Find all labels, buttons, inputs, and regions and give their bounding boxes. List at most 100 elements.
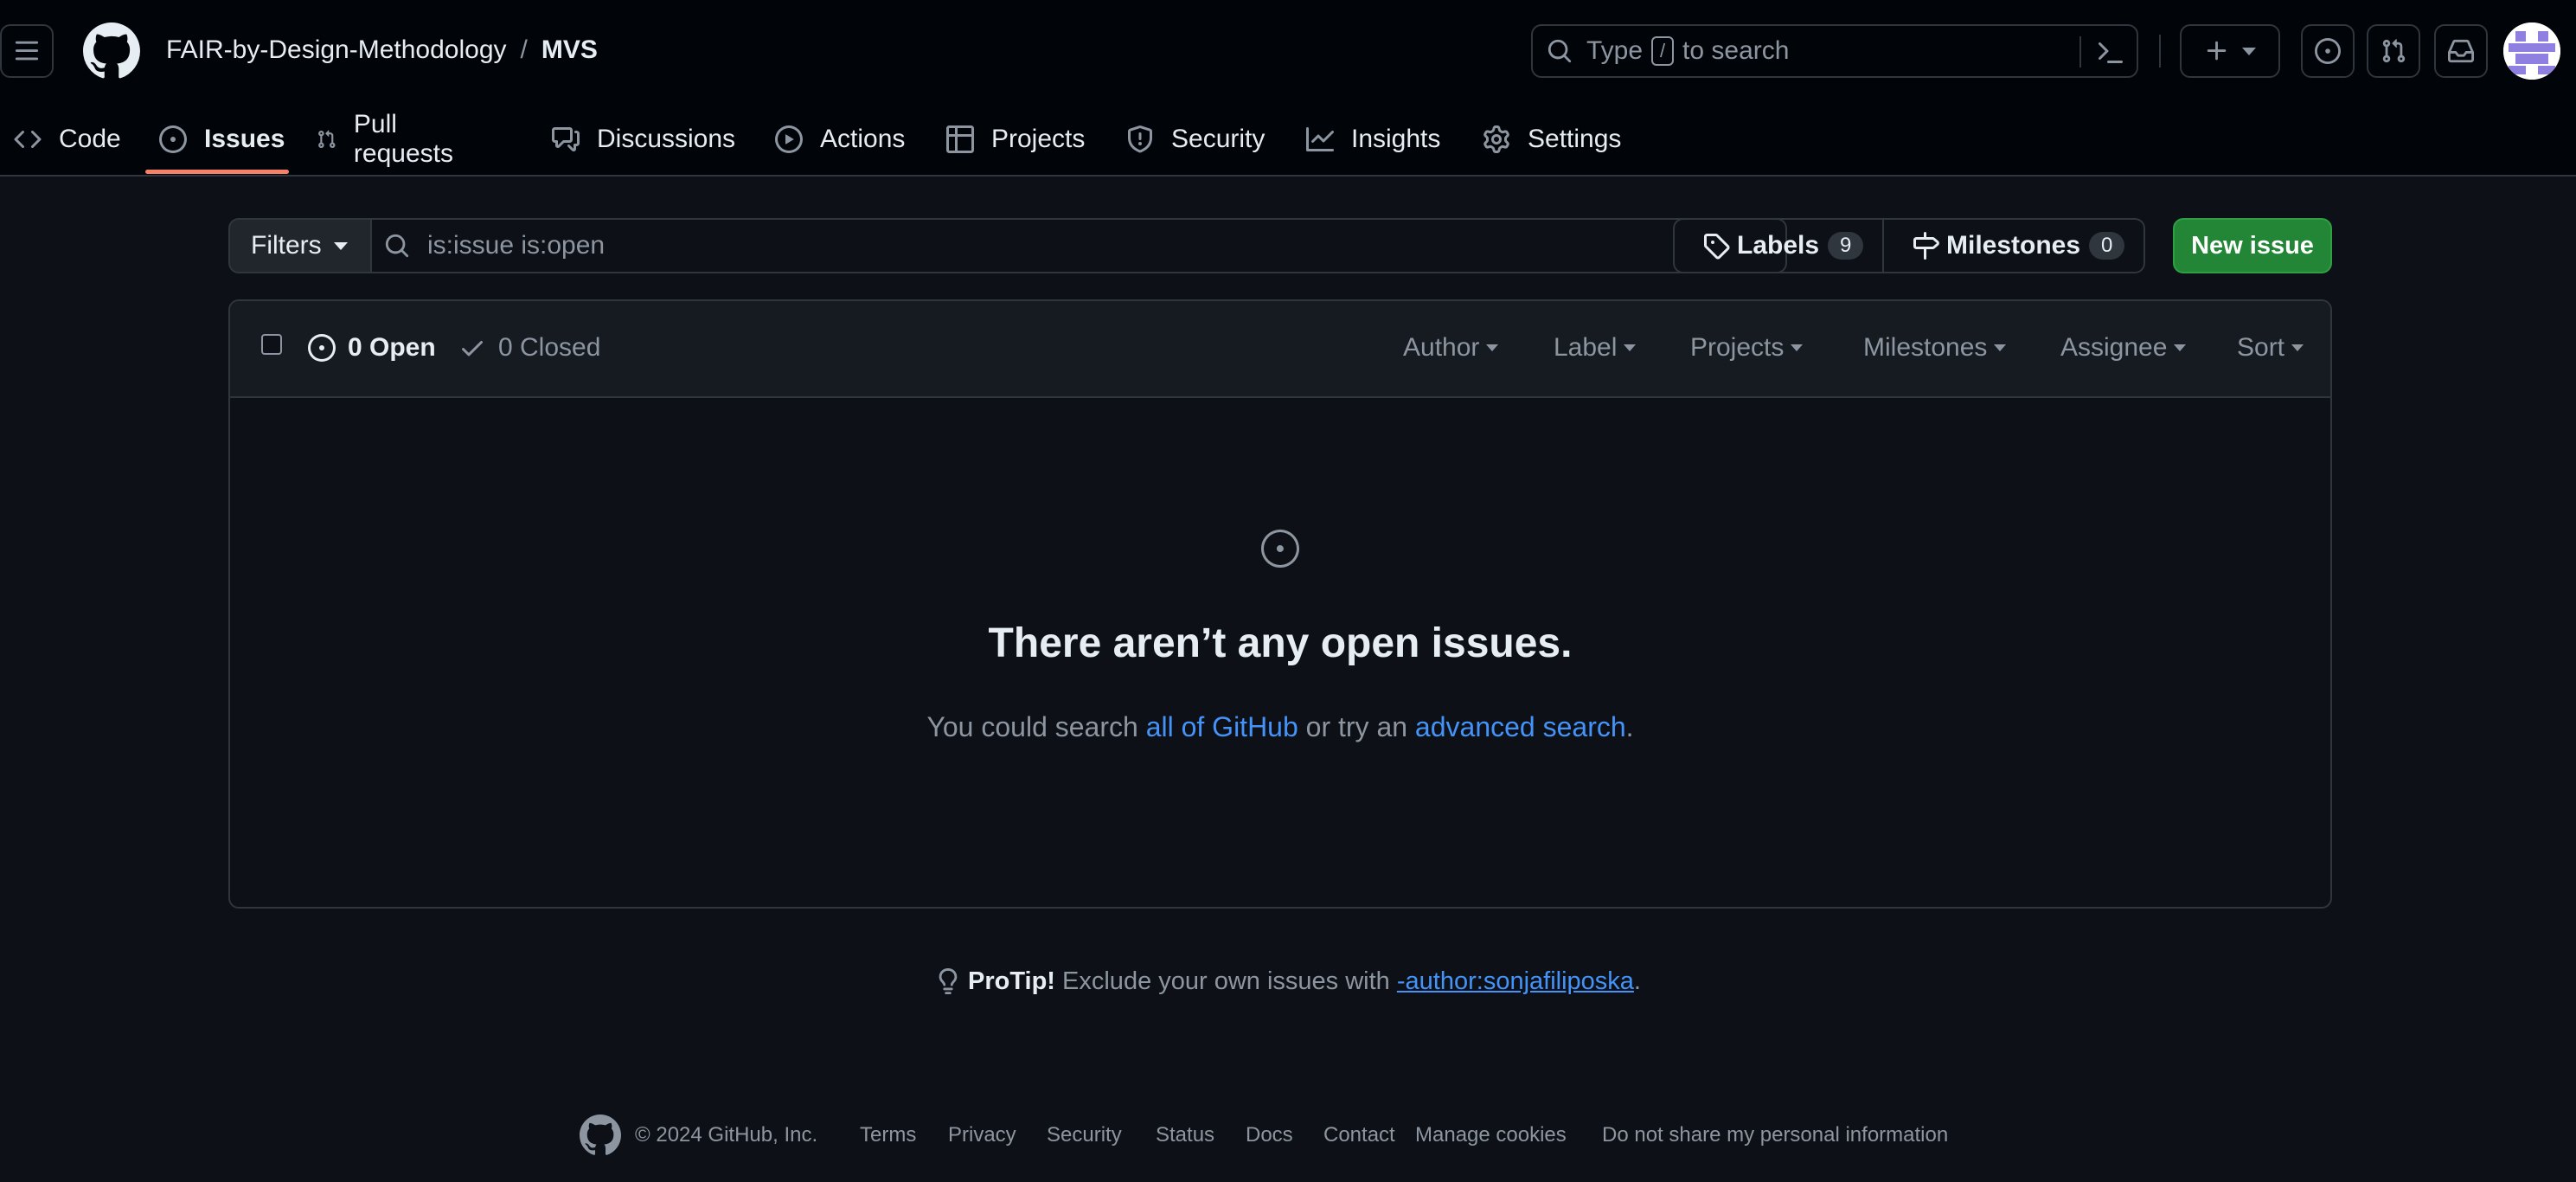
issues-subnav: Filters is:issue is:open Labels 9 Milest… <box>228 218 2332 273</box>
identicon-icon <box>2503 22 2560 80</box>
footer-status-link[interactable]: Status <box>1156 1111 1214 1160</box>
milestones-button[interactable]: Milestones 0 <box>1884 220 2125 272</box>
footer-logo[interactable] <box>580 1111 621 1160</box>
filters-button[interactable]: Filters <box>228 218 372 273</box>
tag-icon <box>1704 234 1730 260</box>
issue-opened-icon <box>2315 38 2341 64</box>
chevron-down-icon <box>1791 344 1804 351</box>
app-header: FAIR-by-Design-Methodology / MVS Type / … <box>0 0 2576 177</box>
issues-list-header: 0 Open 0 Closed Author Label Projects Mi… <box>230 301 2330 398</box>
breadcrumb-separator: / <box>520 35 528 64</box>
label-filter-menu[interactable]: Label <box>1554 301 1637 395</box>
new-issue-button[interactable]: New issue <box>2173 218 2332 273</box>
tab-discussions-label: Discussions <box>597 125 736 153</box>
tab-issues-label: Issues <box>204 125 285 153</box>
inbox-icon <box>2448 39 2474 63</box>
blankslate-description: You could search all of GitHub or try an… <box>230 711 2330 743</box>
protip-author-link[interactable]: -author:sonjafiliposka <box>1397 967 1634 995</box>
assignee-filter-label: Assignee <box>2060 333 2168 362</box>
comment-discussion-icon <box>552 127 580 151</box>
blankslate-text-3: . <box>1625 711 1634 742</box>
blankslate: There aren’t any open issues. You could … <box>230 396 2330 907</box>
author-filter-menu[interactable]: Author <box>1403 301 1499 395</box>
blankslate-text-2: or try an <box>1298 711 1415 742</box>
notifications-button[interactable] <box>2434 24 2488 78</box>
header-divider <box>2159 35 2161 67</box>
milestones-count: 0 <box>2089 232 2125 260</box>
milestone-icon <box>1913 232 1939 260</box>
chevron-down-icon <box>2242 47 2256 55</box>
git-pull-request-icon <box>2382 39 2406 63</box>
chevron-down-icon <box>1994 344 2007 351</box>
footer-docs-link[interactable]: Docs <box>1246 1111 1293 1160</box>
avatar[interactable] <box>2503 22 2560 80</box>
footer-privacy-link[interactable]: Privacy <box>948 1111 1016 1160</box>
footer-terms-link[interactable]: Terms <box>860 1111 916 1160</box>
breadcrumb: FAIR-by-Design-Methodology / MVS <box>166 31 598 69</box>
select-all-checkbox[interactable] <box>261 334 282 355</box>
chevron-down-icon <box>333 241 348 250</box>
closed-issues-toggle[interactable]: 0 Closed <box>458 301 600 395</box>
chevron-down-icon <box>1624 344 1637 351</box>
chevron-down-icon <box>1486 344 1499 351</box>
milestones-label: Milestones <box>1946 231 2081 260</box>
advanced-search-link[interactable]: advanced search <box>1415 711 1626 742</box>
chevron-down-icon <box>2174 344 2187 351</box>
projects-filter-menu[interactable]: Projects <box>1690 301 1804 395</box>
tab-pull-requests[interactable]: Pull requests <box>317 104 461 175</box>
labels-milestones-group: Labels 9 Milestones 0 <box>1673 218 2145 273</box>
hamburger-menu-button[interactable] <box>0 24 54 78</box>
tab-settings[interactable]: Settings <box>1483 104 1621 175</box>
plus-icon <box>2207 41 2227 61</box>
tab-security-label: Security <box>1171 125 1266 153</box>
command-palette-icon[interactable] <box>2095 39 2123 67</box>
table-icon <box>946 125 974 153</box>
tab-code[interactable]: Code <box>14 104 121 175</box>
assignee-filter-menu[interactable]: Assignee <box>2060 301 2187 395</box>
create-new-button[interactable] <box>2180 24 2280 78</box>
blankslate-text-1: You could search <box>926 711 1146 742</box>
projects-filter-label: Projects <box>1690 333 1785 362</box>
footer-contact-link[interactable]: Contact <box>1323 1111 1395 1160</box>
tab-code-label: Code <box>59 125 121 153</box>
labels-count: 9 <box>1828 232 1864 260</box>
graph-icon <box>1306 127 1334 151</box>
footer-manage-cookies-link[interactable]: Manage cookies <box>1415 1111 1567 1160</box>
labels-button[interactable]: Labels 9 <box>1675 220 1884 272</box>
global-search-button[interactable]: Type / to search <box>1531 24 2138 78</box>
tab-pull-requests-label: Pull requests <box>353 110 453 168</box>
issue-filter-input[interactable]: is:issue is:open <box>370 218 1787 273</box>
tab-discussions[interactable]: Discussions <box>552 104 735 175</box>
footer-do-not-share-link[interactable]: Do not share my personal information <box>1602 1111 1948 1160</box>
search-all-github-link[interactable]: all of GitHub <box>1146 711 1298 742</box>
tab-projects[interactable]: Projects <box>946 104 1085 175</box>
blankslate-title: There aren’t any open issues. <box>988 620 1573 666</box>
chevron-down-icon <box>2291 344 2304 351</box>
milestones-filter-menu[interactable]: Milestones <box>1863 301 2007 395</box>
breadcrumb-owner[interactable]: FAIR-by-Design-Methodology <box>166 35 507 65</box>
milestones-filter-label: Milestones <box>1863 333 1988 362</box>
gear-icon <box>1483 125 1509 153</box>
label-filter-label: Label <box>1554 333 1618 362</box>
sort-menu[interactable]: Sort <box>2237 301 2304 395</box>
tab-insights[interactable]: Insights <box>1306 104 1440 175</box>
breadcrumb-repo[interactable]: MVS <box>541 35 598 65</box>
github-mark-icon <box>580 1115 621 1155</box>
tab-actions-label: Actions <box>820 125 906 153</box>
tab-actions[interactable]: Actions <box>775 104 905 175</box>
footer-security-link[interactable]: Security <box>1047 1111 1122 1160</box>
search-icon <box>1548 39 1572 63</box>
search-key-hint: / <box>1651 36 1675 66</box>
search-icon <box>385 234 409 258</box>
tab-security[interactable]: Security <box>1126 104 1265 175</box>
tab-settings-label: Settings <box>1528 125 1622 153</box>
open-issues-toggle[interactable]: 0 Open <box>308 301 436 395</box>
github-logo-icon[interactable] <box>82 22 140 80</box>
site-footer: © 2024 GitHub, Inc. Terms Privacy Securi… <box>0 1111 2576 1160</box>
tab-issues[interactable]: Issues <box>159 104 285 175</box>
tab-insights-label: Insights <box>1351 125 1441 153</box>
pull-requests-shortcut-button[interactable] <box>2367 24 2420 78</box>
issues-shortcut-button[interactable] <box>2301 24 2355 78</box>
active-tab-indicator <box>145 170 289 174</box>
protip-strong: ProTip! <box>968 967 1055 995</box>
